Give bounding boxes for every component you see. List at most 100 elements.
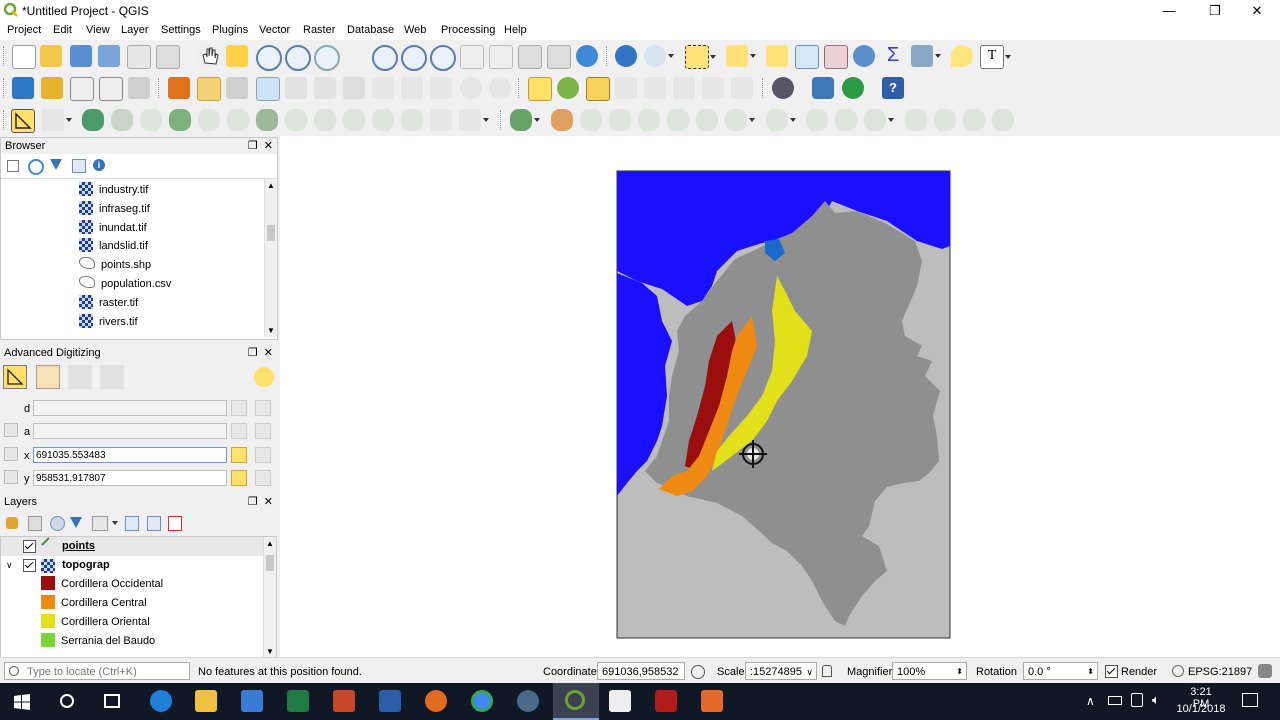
modify-attributes-icon[interactable]	[314, 77, 336, 99]
locator-search-input[interactable]: Type to locate (Ctrl+K)	[4, 662, 190, 680]
snapping-settings-icon[interactable]	[254, 367, 274, 387]
close-panel-icon[interactable]: ✕	[264, 140, 273, 152]
browser-item[interactable]: rivers.tif	[79, 313, 138, 332]
toolbar-grip[interactable]	[518, 78, 522, 98]
map-tips-icon[interactable]	[951, 45, 973, 67]
browser-item[interactable]: infraseg.tif	[79, 200, 150, 219]
statistics-sigma-icon[interactable]: Σ	[882, 45, 904, 67]
float-panel-icon[interactable]: ❐	[248, 496, 258, 508]
scroll-up-icon[interactable]: ▲	[266, 539, 274, 548]
relative-y-icon[interactable]	[4, 470, 18, 484]
magnifier-spinbox[interactable]: 100% ⬍	[892, 662, 967, 680]
rotate-point-symbols-icon[interactable]	[459, 109, 489, 131]
scroll-down-icon[interactable]: ▼	[267, 326, 275, 335]
shape-digitize-icon[interactable]	[510, 109, 540, 131]
zoom-full-icon[interactable]	[372, 45, 398, 71]
lock-x-icon[interactable]	[231, 447, 247, 463]
float-panel-icon[interactable]: ❐	[248, 347, 258, 359]
rotate-feature-icon[interactable]	[111, 109, 133, 131]
toolbar-grip[interactable]	[3, 78, 7, 98]
toolbar-grip[interactable]	[158, 78, 162, 98]
zoom-in-icon[interactable]	[256, 45, 282, 71]
layer-visibility-checkbox[interactable]	[23, 540, 36, 553]
close-panel-icon[interactable]: ✕	[264, 496, 273, 508]
lock-distance-icon[interactable]	[231, 400, 247, 416]
print-layout-icon[interactable]	[127, 45, 151, 69]
qgis-taskbar-button[interactable]	[553, 683, 599, 720]
curve-icon[interactable]	[835, 109, 857, 131]
add-selected-icon[interactable]	[7, 160, 19, 172]
browser-item[interactable]: inundat.tif	[79, 219, 147, 238]
menu-database[interactable]: Database	[347, 24, 394, 36]
windows-start-icon[interactable]	[14, 694, 30, 710]
battery-icon[interactable]	[1108, 696, 1122, 705]
construction-mode-icon[interactable]	[36, 365, 60, 389]
scale-lock-icon[interactable]	[822, 665, 832, 677]
fill-ring-icon[interactable]	[227, 109, 249, 131]
field-calculator-icon[interactable]	[824, 45, 848, 69]
lock-angle-icon[interactable]	[231, 423, 247, 439]
reshape-features-icon[interactable]	[314, 109, 336, 131]
menu-web[interactable]: Web	[404, 24, 426, 36]
toolbox-gear-icon[interactable]	[853, 45, 875, 67]
save-project-icon[interactable]	[70, 45, 92, 67]
crs-label[interactable]: EPSG:21897	[1188, 666, 1252, 678]
zoom-last-icon[interactable]	[460, 45, 484, 69]
layer-labeling-icon[interactable]	[528, 77, 552, 101]
new-shapefile-icon[interactable]	[70, 77, 94, 101]
info-icon[interactable]: i	[93, 159, 105, 171]
repeat-x-icon[interactable]	[255, 447, 271, 463]
enable-adv-digitizing-icon[interactable]	[3, 365, 27, 389]
toolbar-grip[interactable]	[500, 110, 504, 130]
layer-diagram-icon[interactable]	[557, 77, 579, 99]
vertex-move-icon[interactable]	[963, 109, 985, 131]
layout-manager-icon[interactable]	[156, 45, 180, 69]
zoom-rubber-icon[interactable]	[314, 45, 340, 71]
expand-arrow-icon[interactable]: ∨	[6, 556, 13, 575]
toggle-editing-icon[interactable]	[197, 77, 221, 101]
rotation-spinbox[interactable]: 0.0 ° ⬍	[1023, 662, 1098, 680]
regular-polygon-icon[interactable]	[864, 109, 894, 131]
offset-curve-icon[interactable]	[343, 109, 365, 131]
menu-project[interactable]: Project	[7, 24, 41, 36]
browser-item[interactable]: landslid.tif	[79, 237, 148, 256]
legend-item[interactable]: Cordillera Oriental	[41, 613, 150, 632]
new-geopackage-icon[interactable]	[41, 77, 63, 99]
layer-visibility-checkbox[interactable]	[23, 559, 36, 572]
circle-icon[interactable]	[667, 109, 689, 131]
add-ring-icon[interactable]	[169, 109, 191, 131]
simplify-feature-icon[interactable]	[140, 109, 162, 131]
new-map-view-icon[interactable]	[518, 45, 542, 69]
menu-processing[interactable]: Processing	[441, 24, 495, 36]
toggle-extents-icon[interactable]	[691, 665, 705, 679]
change-label-icon[interactable]	[731, 77, 753, 99]
browser-item[interactable]: raster.tif	[79, 294, 138, 313]
legend-item[interactable]: Cordillera Central	[41, 594, 147, 613]
arc-icon[interactable]	[806, 109, 828, 131]
network-icon[interactable]	[1131, 693, 1143, 707]
manage-themes-icon[interactable]	[50, 516, 65, 531]
new-project-icon[interactable]	[12, 45, 36, 69]
collapse-all-icon[interactable]	[147, 516, 161, 531]
scale-select[interactable]: :15274895 ∨	[745, 662, 817, 680]
rotate-label-icon[interactable]	[702, 77, 724, 99]
clock-date[interactable]: 10/1/2018	[1175, 703, 1227, 715]
menu-help[interactable]: Help	[504, 24, 527, 36]
repeat-y-icon[interactable]	[255, 470, 271, 486]
highlight-labels-icon[interactable]	[586, 77, 610, 101]
new-temp-layer-icon[interactable]	[128, 77, 150, 99]
presentation-app-icon[interactable]	[701, 690, 723, 712]
copy-features-icon[interactable]	[401, 77, 423, 99]
store-icon[interactable]	[241, 690, 263, 712]
paste-features-icon[interactable]	[430, 77, 452, 99]
new-spatialite-icon[interactable]	[99, 77, 123, 101]
filter-dropdown-icon[interactable]	[112, 521, 118, 528]
coordinate-input[interactable]: 691036,958532	[597, 662, 685, 680]
add-decoration-icon[interactable]	[911, 45, 941, 67]
save-edits-icon[interactable]	[226, 77, 248, 99]
file-explorer-icon[interactable]	[195, 690, 217, 712]
menu-raster[interactable]: Raster	[303, 24, 335, 36]
browser-item[interactable]: population.csv	[79, 275, 171, 294]
layer-row-topograp[interactable]: ∨ topograp	[1, 556, 263, 575]
pan-to-selection-icon[interactable]	[226, 45, 248, 67]
